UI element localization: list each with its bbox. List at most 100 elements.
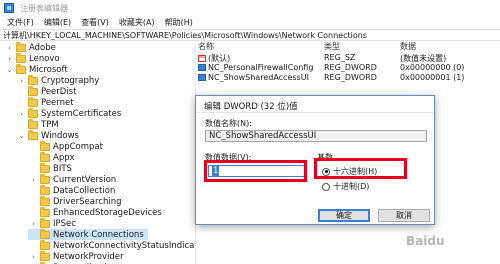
reg-binary-icon bbox=[198, 64, 206, 71]
folder-icon bbox=[40, 228, 50, 239]
tree-item-label: AppCompat bbox=[53, 141, 103, 152]
dialog-title: 编辑 DWORD (32 位)值 bbox=[204, 102, 298, 112]
column-header-type[interactable]: 类型 bbox=[324, 41, 340, 52]
tree-item[interactable]: DriverSearching bbox=[30, 195, 122, 207]
dialog-title-divider bbox=[196, 112, 434, 113]
chevron-down-icon[interactable]: ⌄ bbox=[18, 132, 25, 140]
folder-icon bbox=[40, 217, 50, 228]
tree-item[interactable]: › SystemCertificates bbox=[18, 107, 122, 119]
chevron-right-icon[interactable]: › bbox=[18, 77, 25, 85]
value-type-cell: REG_DWORD bbox=[324, 73, 377, 82]
tree-item-label: DriverSearching bbox=[53, 196, 122, 207]
folder-icon bbox=[40, 140, 50, 151]
chevron-right-icon[interactable]: › bbox=[18, 110, 25, 118]
tree-item-label: SystemCertificates bbox=[41, 108, 122, 119]
folder-icon bbox=[16, 52, 26, 63]
tree-item[interactable]: NetworkConnectivityStatusIndicator bbox=[30, 239, 196, 251]
value-data-cell: 0x00000000 (0) bbox=[400, 63, 465, 72]
tree-item[interactable]: EnhancedStorageDevices bbox=[30, 206, 162, 218]
tree-item[interactable]: Network Connections bbox=[28, 228, 148, 240]
tree-item-label: Network Connections bbox=[53, 229, 144, 240]
ok-button[interactable]: 确定 bbox=[318, 209, 370, 222]
title-bar: 注册表编辑器 bbox=[0, 0, 500, 16]
menu-favorites[interactable]: 收藏夹(A) bbox=[116, 16, 158, 29]
tree-item-label: Microsoft bbox=[29, 64, 68, 75]
folder-icon bbox=[28, 129, 38, 140]
menu-view[interactable]: 查看(V) bbox=[78, 16, 112, 29]
tree-item[interactable]: ⌄ Windows bbox=[18, 129, 79, 141]
tree-item-label: Adobe bbox=[29, 42, 56, 53]
folder-icon bbox=[40, 184, 50, 195]
tree-item[interactable]: ⌄ Microsoft bbox=[6, 63, 68, 75]
menu-edit[interactable]: 编辑(E) bbox=[41, 16, 74, 29]
value-name-text: NC_ShowSharedAccessUI bbox=[208, 73, 309, 82]
regedit-app-icon bbox=[4, 3, 14, 13]
folder-icon bbox=[40, 151, 50, 162]
tree-item-label: Windows bbox=[41, 130, 79, 141]
reg-string-icon bbox=[198, 54, 206, 62]
tree-item[interactable]: › Lenovo bbox=[6, 52, 60, 64]
folder-icon bbox=[40, 239, 50, 250]
tree-item-label: PeerDist bbox=[41, 86, 77, 97]
tree-item[interactable]: › CurrentVersion bbox=[30, 173, 117, 185]
folder-icon bbox=[40, 173, 50, 184]
chevron-down-icon[interactable]: ⌄ bbox=[6, 66, 13, 74]
chevron-right-icon[interactable]: › bbox=[6, 44, 13, 52]
value-name-text: NC_PersonalFirewallConfig bbox=[208, 63, 314, 72]
data-highlight-box bbox=[204, 160, 307, 182]
tree-item[interactable]: BITS bbox=[30, 162, 72, 174]
folder-icon bbox=[16, 63, 26, 74]
cancel-button[interactable]: 取消 bbox=[378, 209, 430, 222]
menu-file[interactable]: 文件(F) bbox=[4, 16, 37, 29]
tree-item[interactable]: › NetworkProvider bbox=[30, 250, 124, 262]
menu-bar: 文件(F) 编辑(E) 查看(V) 收藏夹(A) 帮助(H) bbox=[0, 16, 500, 29]
folder-icon bbox=[40, 250, 50, 261]
window-title: 注册表编辑器 bbox=[20, 4, 68, 13]
tree-item[interactable]: TPM bbox=[18, 118, 59, 130]
reg-binary-icon bbox=[198, 74, 206, 81]
address-bar[interactable]: 计算机\HKEY_LOCAL_MACHINE\SOFTWARE\Policies… bbox=[0, 29, 500, 41]
chevron-right-icon[interactable]: › bbox=[6, 55, 13, 63]
tree-item-label: Appx bbox=[53, 152, 75, 163]
menu-help[interactable]: 帮助(H) bbox=[162, 16, 196, 29]
tree-item-label: NetworkProvider bbox=[53, 251, 124, 262]
hex-highlight-box bbox=[314, 158, 407, 179]
tree-item-label: BITS bbox=[53, 163, 72, 174]
tree-item[interactable]: DataCollection bbox=[30, 184, 116, 196]
edit-dword-dialog: 编辑 DWORD (32 位)值 数值名称(N): NC_ShowSharedA… bbox=[195, 95, 435, 225]
tree-item-label: DataCollection bbox=[53, 185, 116, 196]
tree-item-label: CurrentVersion bbox=[53, 174, 117, 185]
radio-decimal[interactable]: 十进制(D) bbox=[322, 181, 369, 192]
folder-icon bbox=[28, 85, 38, 96]
value-name-field: NC_ShowSharedAccessUI bbox=[205, 130, 427, 142]
tree-item-label: Cryptography bbox=[41, 75, 100, 86]
folder-icon bbox=[40, 162, 50, 173]
folder-icon bbox=[40, 206, 50, 217]
chevron-right-icon[interactable]: › bbox=[30, 253, 37, 261]
chevron-right-icon[interactable]: › bbox=[30, 220, 37, 228]
tree-item[interactable]: PeerDist bbox=[18, 85, 77, 97]
folder-icon bbox=[28, 107, 38, 118]
tree-item[interactable]: Appx bbox=[30, 151, 75, 163]
tree-item[interactable]: AppCompat bbox=[30, 140, 103, 152]
value-name-text: (默认) bbox=[208, 54, 231, 63]
column-header-name[interactable]: 名称 bbox=[198, 41, 214, 52]
folder-icon bbox=[40, 195, 50, 206]
tree-item[interactable]: › Cryptography bbox=[18, 74, 100, 86]
value-name-label: 数值名称(N): bbox=[205, 119, 252, 128]
tree-item-label: IPSec bbox=[53, 218, 76, 229]
tree-item-label: Peernet bbox=[41, 97, 74, 108]
radio-dec-indicator bbox=[322, 182, 330, 191]
value-data-cell: 0x00000001 (1) bbox=[400, 73, 465, 82]
column-header-data[interactable]: 数据 bbox=[400, 41, 416, 52]
tree-item-label: EnhancedStorageDevices bbox=[53, 207, 162, 218]
value-type-cell: REG_SZ bbox=[324, 53, 356, 62]
chevron-right-icon[interactable]: › bbox=[30, 176, 37, 184]
tree-item[interactable]: Peernet bbox=[18, 96, 74, 108]
folder-icon bbox=[28, 118, 38, 129]
tree-item[interactable]: › Adobe bbox=[6, 41, 56, 53]
value-row[interactable]: NC_ShowSharedAccessUI REG_DWORD 0x00000001… bbox=[196, 73, 500, 84]
tree-item-label: NetworkConnectivityStatusIndicator bbox=[53, 240, 196, 251]
tree-item[interactable]: › IPSec bbox=[30, 217, 76, 229]
watermark-logo: Baidu bbox=[406, 234, 445, 248]
